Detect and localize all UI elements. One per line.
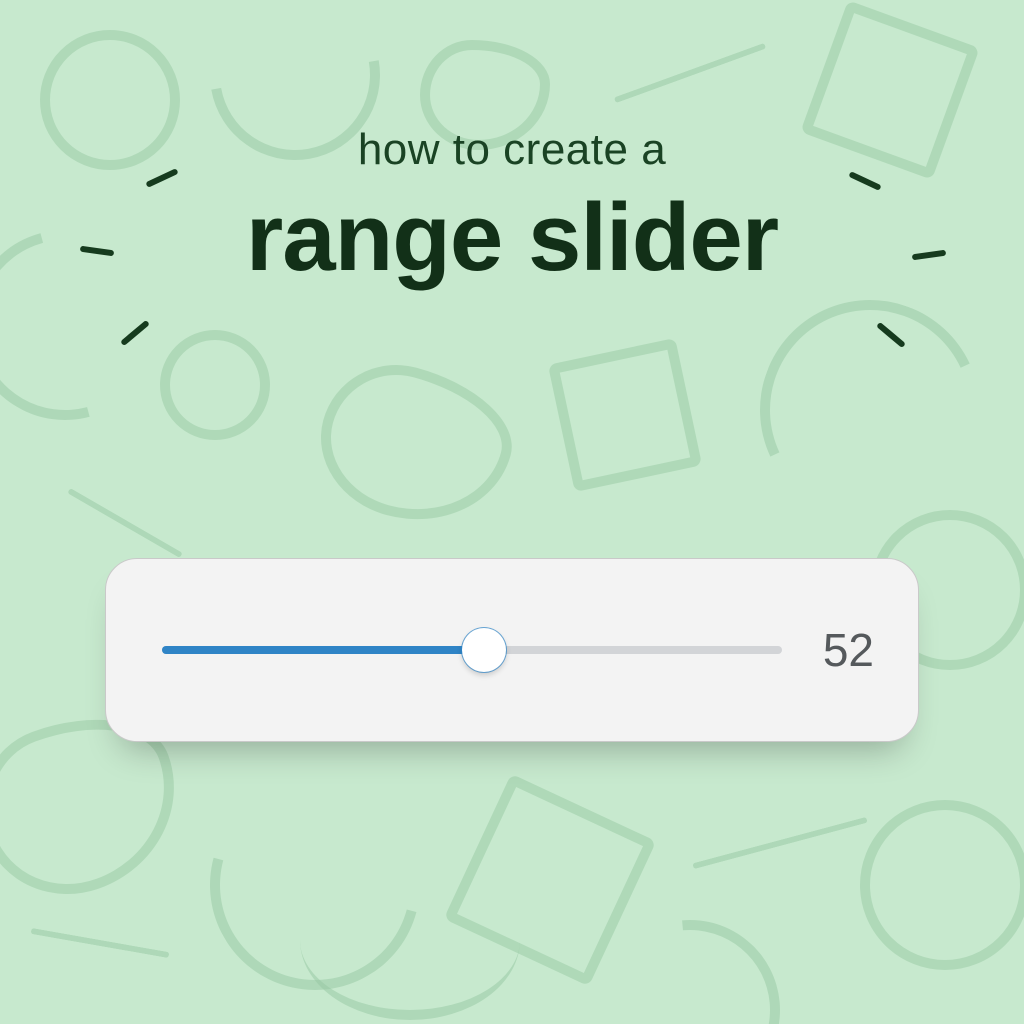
slider-track[interactable] <box>162 646 782 654</box>
slider-fill <box>162 646 484 654</box>
title-main: range slider <box>0 183 1024 293</box>
slider-thumb[interactable] <box>462 628 506 672</box>
slider-value: 52 <box>810 623 874 677</box>
emphasis-dash-icon <box>120 320 150 346</box>
slider-card: 52 <box>105 558 919 742</box>
title-kicker: how to create a <box>0 125 1024 175</box>
page-title: how to create a range slider <box>0 125 1024 293</box>
emphasis-dash-icon <box>876 322 906 348</box>
